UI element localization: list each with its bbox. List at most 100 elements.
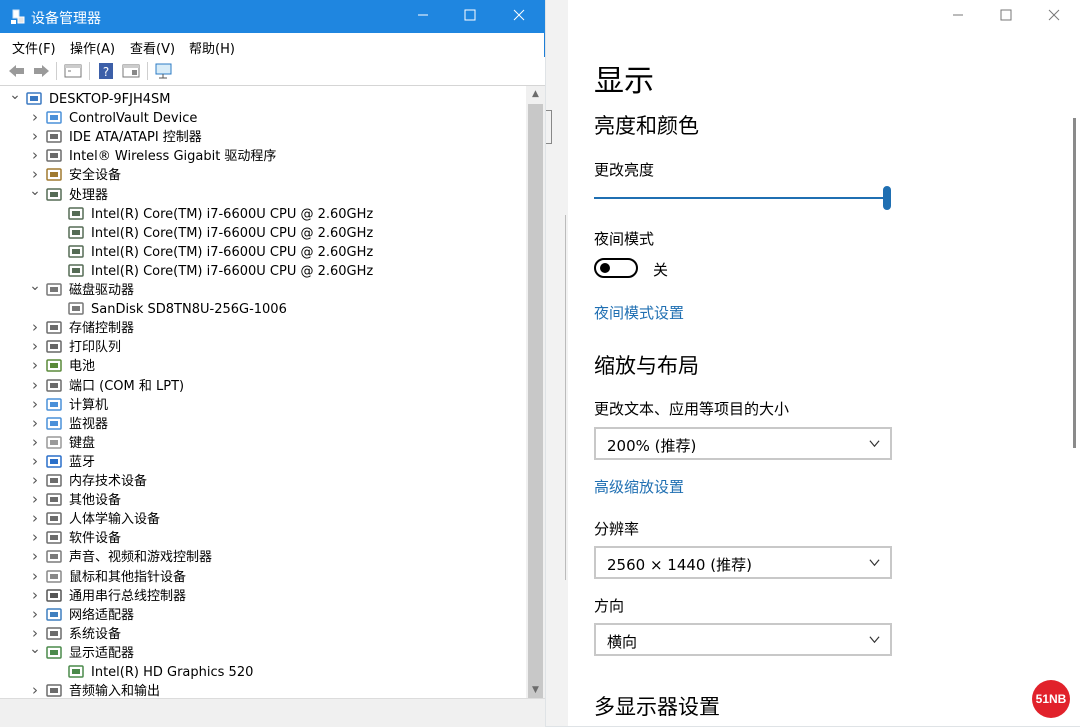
chevron-right-icon[interactable]: › xyxy=(29,414,41,433)
tree-item-label: 网络适配器 xyxy=(69,607,135,623)
minimize-icon xyxy=(953,14,963,16)
chevron-right-icon[interactable]: › xyxy=(29,356,41,375)
advanced-scaling-link[interactable]: 高级缩放设置 xyxy=(594,476,684,497)
settings-close-button[interactable] xyxy=(1031,2,1077,32)
maximize-icon xyxy=(464,9,476,21)
tree-item-label: 软件设备 xyxy=(69,531,122,547)
tree-item-label: 监视器 xyxy=(69,416,109,432)
unknown-device-icon xyxy=(46,493,62,508)
chevron-right-icon[interactable]: › xyxy=(29,509,41,528)
orientation-label: 方向 xyxy=(594,597,625,615)
chevron-right-icon[interactable]: › xyxy=(29,490,41,509)
chevron-right-icon[interactable]: › xyxy=(29,108,41,127)
help-icon[interactable]: ? xyxy=(96,61,116,81)
close-icon xyxy=(513,9,525,21)
driver-icon xyxy=(46,149,62,164)
scale-dropdown[interactable]: 200% (推荐) xyxy=(594,427,892,460)
chevron-down-icon[interactable]: ⌄ xyxy=(9,86,21,105)
resolution-value: 2560 × 1440 (推荐) xyxy=(607,556,752,574)
orientation-dropdown[interactable]: 横向 xyxy=(594,623,892,656)
svg-text:?: ? xyxy=(103,65,109,79)
usb-icon xyxy=(46,588,62,604)
memory-icon xyxy=(46,474,62,489)
bluetooth-icon xyxy=(46,455,62,470)
chevron-right-icon[interactable]: › xyxy=(29,146,41,165)
tree-item-label: SanDisk SD8TN8U-256G-1006 xyxy=(91,302,287,318)
chevron-right-icon[interactable]: › xyxy=(29,605,41,624)
properties-view-icon[interactable] xyxy=(63,61,83,81)
scrollbar-thumb[interactable] xyxy=(528,104,543,714)
chevron-down-icon xyxy=(869,559,880,567)
chevron-right-icon[interactable]: › xyxy=(29,318,41,337)
chevron-right-icon[interactable]: › xyxy=(29,528,41,547)
chevron-right-icon[interactable]: › xyxy=(29,433,41,452)
settings-scrollbar[interactable] xyxy=(1073,118,1076,448)
chevron-right-icon[interactable]: › xyxy=(29,586,41,605)
title-bar[interactable]: 设备管理器 xyxy=(0,0,545,33)
menu-file[interactable]: 文件(F) xyxy=(12,38,56,57)
tree-item-label: 计算机 xyxy=(69,397,109,413)
maximize-button[interactable] xyxy=(447,0,493,33)
chevron-right-icon[interactable]: › xyxy=(29,452,41,471)
chevron-right-icon[interactable]: › xyxy=(29,547,41,566)
tree-item-label: 安全设备 xyxy=(69,168,122,184)
section-multi-display-heading: 多显示器设置 xyxy=(594,695,720,719)
tree-item-label: 人体学输入设备 xyxy=(69,512,161,528)
chevron-right-icon[interactable]: › xyxy=(29,471,41,490)
tree-item-label: Intel(R) Core(TM) i7-6600U CPU @ 2.60GHz xyxy=(91,225,374,241)
chevron-right-icon[interactable]: › xyxy=(29,337,41,356)
orientation-value: 横向 xyxy=(607,633,638,651)
cpu-icon xyxy=(68,264,84,279)
monitor-icon xyxy=(46,416,62,432)
tree-item-label: 电池 xyxy=(69,359,96,375)
scroll-down-arrow-icon[interactable]: ▼ xyxy=(526,682,545,698)
system-device-icon xyxy=(46,627,62,642)
night-mode-settings-link[interactable]: 夜间模式设置 xyxy=(594,302,684,323)
forward-arrow-icon[interactable] xyxy=(31,61,51,81)
menu-help[interactable]: 帮助(H) xyxy=(189,38,235,57)
minimize-icon xyxy=(418,14,428,16)
menu-bar: 文件(F) 操作(A) 查看(V) 帮助(H) xyxy=(0,33,545,57)
settings-minimize-button[interactable] xyxy=(935,2,981,32)
tree-item-label: 蓝牙 xyxy=(69,454,96,470)
minimize-button[interactable] xyxy=(400,0,446,33)
chevron-down-icon[interactable]: ⌄ xyxy=(29,277,41,296)
night-mode-state: 关 xyxy=(653,261,669,279)
monitor-icon xyxy=(46,111,62,126)
menu-action[interactable]: 操作(A) xyxy=(70,38,115,57)
menu-view[interactable]: 查看(V) xyxy=(130,38,175,57)
close-button[interactable] xyxy=(496,0,542,33)
tree-item-label: Intel(R) Core(TM) i7-6600U CPU @ 2.60GHz xyxy=(91,206,374,222)
chevron-right-icon[interactable]: › xyxy=(29,395,41,414)
chevron-right-icon[interactable]: › xyxy=(29,567,41,586)
resolution-dropdown[interactable]: 2560 × 1440 (推荐) xyxy=(594,546,892,579)
window-title: 设备管理器 xyxy=(31,11,101,27)
tree-item-label: 其他设备 xyxy=(69,493,122,509)
tree-item-label: 通用串行总线控制器 xyxy=(69,588,187,604)
chevron-right-icon[interactable]: › xyxy=(29,127,41,146)
settings-maximize-button[interactable] xyxy=(983,2,1029,32)
brightness-slider-thumb[interactable] xyxy=(883,186,891,210)
scan-hardware-icon[interactable] xyxy=(154,61,174,81)
tree-item-label: 声音、视频和游戏控制器 xyxy=(69,550,213,566)
tree-scrollbar[interactable]: ▲ ▼ xyxy=(526,86,545,714)
brightness-label: 更改亮度 xyxy=(594,161,655,179)
network-icon xyxy=(46,607,62,623)
disk-icon xyxy=(68,302,84,317)
tree-item-label: Intel(R) Core(TM) i7-6600U CPU @ 2.60GHz xyxy=(91,263,374,279)
resolution-label: 分辨率 xyxy=(594,520,640,538)
chevron-right-icon[interactable]: › xyxy=(29,376,41,395)
tree-item-label: ControlVault Device xyxy=(69,111,198,127)
driver-update-icon[interactable] xyxy=(121,61,141,81)
chevron-right-icon[interactable]: › xyxy=(29,681,41,698)
brightness-slider-track[interactable] xyxy=(594,197,884,199)
tree-item-label: IDE ATA/ATAPI 控制器 xyxy=(69,130,202,146)
display-adapter-icon xyxy=(68,665,84,680)
scroll-up-arrow-icon[interactable]: ▲ xyxy=(526,86,545,102)
chevron-down-icon[interactable]: ⌄ xyxy=(29,182,41,201)
settings-window: 显示 亮度和颜色 更改亮度 夜间模式 关 夜间模式设置 缩放与布局 更改文本、应… xyxy=(546,0,1080,726)
chevron-down-icon xyxy=(869,636,880,644)
back-arrow-icon[interactable] xyxy=(7,61,27,81)
night-mode-toggle[interactable] xyxy=(594,258,638,278)
chevron-down-icon[interactable]: ⌄ xyxy=(29,640,41,659)
